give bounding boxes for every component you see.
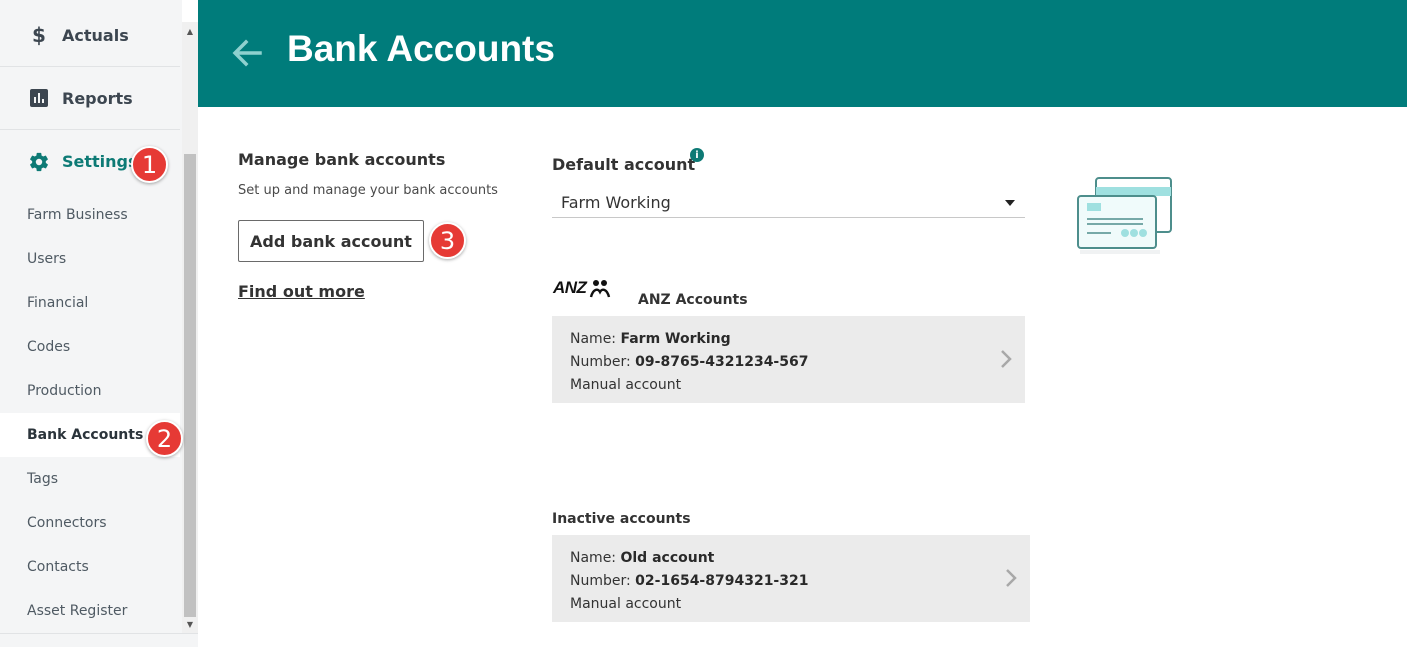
scroll-down-icon[interactable]: ▼ [182,617,198,631]
manage-title: Manage bank accounts [238,150,446,169]
nav-reports[interactable]: Reports [0,67,180,130]
page-title: Bank Accounts [287,28,555,69]
svg-text:$: $ [32,24,46,46]
default-account-label: Default account [552,155,696,174]
sidebar-item-contacts[interactable]: Contacts [0,545,180,589]
anz-people-icon [590,280,611,298]
info-icon[interactable]: i [690,148,704,162]
account-name: Old account [620,550,715,566]
account-card-farm-working[interactable]: Name: Farm Working Number: 09-8765-43212… [552,316,1025,403]
manage-description: Set up and manage your bank accounts [238,183,498,198]
name-label: Name: [570,550,617,566]
account-number: 02-1654-8794321-321 [635,573,809,589]
sidebar-item-users[interactable]: Users [0,237,180,281]
chevron-right-icon [1001,350,1012,368]
add-bank-account-button[interactable]: Add bank account [238,220,424,262]
name-label: Name: [570,331,617,347]
nav-actuals[interactable]: $ Actuals [0,4,180,67]
sidebar-scrollbar[interactable]: ▲ ▼ [182,22,198,633]
account-number-row: Number: 09-8765-4321234-567 [570,351,1025,374]
inactive-accounts-heading: Inactive accounts [552,511,691,527]
default-account-value: Farm Working [561,192,671,212]
anz-accounts-heading: ANZ Accounts [638,292,748,308]
app-root: $ Actuals Reports Settings Farm Business… [0,0,1407,647]
account-type: Manual account [570,377,682,393]
number-label: Number: [570,573,631,589]
sidebar-item-tags[interactable]: Tags [0,457,180,501]
step-badge-1: 1 [131,146,168,183]
sidebar-bottom [0,633,198,647]
chevron-right-icon [1006,569,1017,587]
bar-chart-icon [28,88,50,108]
sidebar-item-production[interactable]: Production [0,369,180,413]
caret-down-icon [1005,200,1015,206]
step-badge-3: 3 [429,222,466,259]
sidebar-item-farm-business[interactable]: Farm Business [0,193,180,237]
sidebar-item-codes[interactable]: Codes [0,325,180,369]
account-number: 09-8765-4321234-567 [635,354,809,370]
account-number-row: Number: 02-1654-8794321-321 [570,570,1030,593]
anz-logo-text: ANZ [553,278,587,297]
account-card-old-account[interactable]: Name: Old account Number: 02-1654-879432… [552,535,1030,622]
nav-settings-label: Settings [62,152,138,171]
account-name-row: Name: Old account [570,547,1030,570]
gear-icon [28,151,50,173]
account-type: Manual account [570,596,682,612]
arrow-left-icon[interactable] [230,36,264,70]
sidebar-item-asset-register[interactable]: Asset Register [0,589,180,633]
account-name: Farm Working [620,331,731,347]
bank-cards-illustration-icon [1077,177,1172,254]
nav-reports-label: Reports [62,88,133,108]
account-name-row: Name: Farm Working [570,328,1025,351]
step-badge-2: 2 [146,420,183,457]
page-header: Bank Accounts [198,0,1407,107]
sidebar-item-connectors[interactable]: Connectors [0,501,180,545]
anz-logo: ANZ [553,277,621,299]
sidebar-item-financial[interactable]: Financial [0,281,180,325]
sidebar: $ Actuals Reports Settings Farm Business… [0,0,182,647]
find-out-more-link[interactable]: Find out more [238,282,365,301]
nav-actuals-label: Actuals [62,25,129,45]
scroll-up-icon[interactable]: ▲ [182,24,198,38]
dollar-icon: $ [28,24,50,46]
default-account-select[interactable]: Farm Working [552,187,1025,218]
scroll-thumb[interactable] [184,154,196,617]
number-label: Number: [570,354,631,370]
